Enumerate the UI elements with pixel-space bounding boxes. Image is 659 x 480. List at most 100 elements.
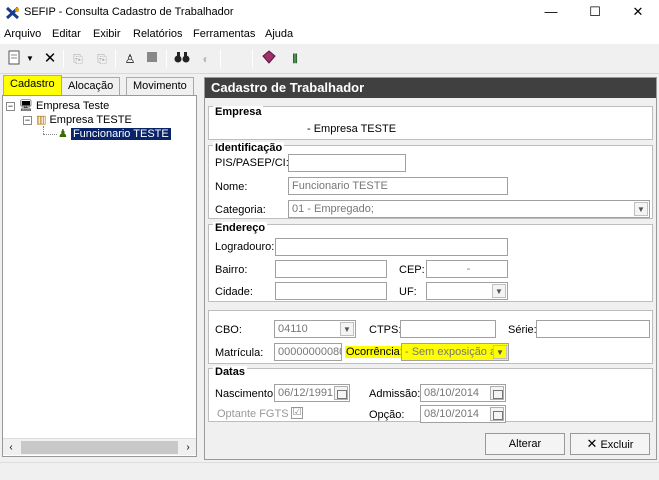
bairro-label: Bairro:	[215, 264, 248, 276]
nascimento-input[interactable]: 06/12/1991	[274, 384, 350, 402]
maximize-button[interactable]: ☐	[585, 4, 605, 20]
ocorrencia-select[interactable]: - Sem exposição a ▼	[401, 343, 509, 361]
tab-movimento[interactable]: Movimento	[126, 77, 194, 95]
scroll-thumb[interactable]	[21, 441, 178, 454]
bairro-input[interactable]	[275, 260, 387, 278]
excluir-button[interactable]: ✕ Excluir	[570, 433, 650, 455]
title-bar: SEFIP - Consulta Cadastro de Trabalhador…	[0, 0, 659, 26]
nome-label: Nome:	[215, 181, 248, 193]
uf-select[interactable]: ▼	[426, 282, 508, 300]
minimize-button[interactable]: —	[541, 4, 561, 20]
matricula-label: Matrícula:	[215, 347, 264, 359]
toolbar: ▼ ✕ ⎘ ⎘ ♙ ◐ ⫴	[0, 44, 659, 74]
menu-arquivo[interactable]: Arquivo	[4, 28, 41, 40]
endereco-group: Endereço Logradouro: Bairro: CEP: - Cida…	[208, 222, 653, 302]
menu-relatorios[interactable]: Relatórios	[133, 28, 183, 40]
tree-root[interactable]: 🖥 Empresa Teste	[19, 99, 109, 112]
empresa-group-title: Empresa	[213, 106, 264, 118]
menu-editar[interactable]: Editar	[52, 28, 81, 40]
pis-label: PIS/PASEP/CI:	[215, 157, 289, 169]
tree-company[interactable]: ▥ Empresa TESTE	[36, 113, 132, 126]
dropdown-arrow-icon[interactable]: ▼	[24, 49, 36, 69]
cep-input[interactable]: -	[426, 260, 508, 278]
chevron-down-icon[interactable]: ▼	[634, 202, 648, 216]
delete-x-icon[interactable]: ✕	[40, 49, 60, 69]
tab-cadastro[interactable]: Cadastro	[3, 75, 62, 95]
new-document-icon[interactable]	[4, 49, 24, 69]
opcao-input[interactable]: 08/10/2014	[420, 405, 506, 423]
menu-ferramentas[interactable]: Ferramentas	[193, 28, 255, 40]
serie-input[interactable]	[536, 320, 650, 338]
chevron-down-icon[interactable]: ▼	[492, 284, 506, 298]
empresa-value: - Empresa TESTE	[307, 123, 397, 135]
excluir-label: Excluir	[600, 439, 634, 451]
tree-worker-label: Funcionario TESTE	[70, 128, 171, 140]
binoculars-icon[interactable]	[172, 49, 192, 69]
status-bar	[0, 462, 659, 480]
disabled-icon[interactable]: ◐	[196, 49, 216, 69]
logradouro-input[interactable]	[275, 238, 508, 256]
user-icon[interactable]: ♙	[120, 49, 140, 69]
optante-fgts-label: Optante FGTS	[217, 408, 289, 420]
scroll-left-icon[interactable]: ‹	[3, 440, 19, 455]
admissao-label: Admissão:	[369, 388, 421, 400]
datas-group-title: Datas	[213, 366, 247, 378]
paste-icon[interactable]: ⎘	[92, 49, 112, 69]
matricula-input[interactable]: 00000000080	[274, 343, 342, 361]
pis-input[interactable]	[288, 154, 406, 172]
chevron-down-icon[interactable]: ▼	[493, 345, 507, 359]
optante-fgts-checkbox[interactable]: ☑	[291, 407, 303, 419]
scroll-right-icon[interactable]: ›	[180, 440, 196, 455]
identificacao-group: Identificação PIS/PASEP/CI: Nome: Funcio…	[208, 142, 653, 219]
copy-icon[interactable]: ⎘	[68, 49, 88, 69]
uf-label: UF:	[399, 286, 417, 298]
opcao-label: Opção:	[369, 409, 405, 421]
cep-label: CEP:	[399, 264, 425, 276]
nascimento-value: 06/12/1991	[278, 387, 334, 399]
trabalho-group: CBO: 04110 ▼ CTPS: Série: Matrícula: 000…	[208, 310, 653, 364]
categoria-label: Categoria:	[215, 204, 266, 216]
app-logo-icon	[5, 6, 20, 20]
alterar-button[interactable]: Alterar	[485, 433, 565, 455]
ocorrencia-label: Ocorrência:	[345, 346, 404, 358]
categoria-value: 01 - Empregado;	[292, 203, 374, 215]
panel-title: Cadastro de Trabalhador	[205, 78, 656, 98]
computer-icon: 🖥	[19, 100, 33, 112]
nome-input[interactable]: Funcionario TESTE	[288, 177, 508, 195]
chevron-down-icon[interactable]: ▼	[340, 322, 354, 336]
menu-ajuda[interactable]: Ajuda	[265, 28, 293, 40]
cbo-select[interactable]: 04110 ▼	[274, 320, 356, 338]
logradouro-label: Logradouro:	[215, 241, 275, 253]
admissao-input[interactable]: 08/10/2014	[420, 384, 506, 402]
menu-bar: Arquivo Editar Exibir Relatórios Ferrame…	[0, 26, 659, 44]
tree-view[interactable]: − 🖥 Empresa Teste − ▥ Empresa TESTE ♟ Fu…	[2, 95, 197, 457]
cbo-label: CBO:	[215, 324, 242, 336]
tree-root-label: Empresa Teste	[36, 100, 110, 112]
calendar-icon[interactable]	[334, 386, 348, 400]
opcao-value: 08/10/2014	[424, 408, 480, 420]
calendar-icon[interactable]	[490, 386, 504, 400]
tree-company-label: Empresa TESTE	[49, 114, 132, 126]
close-button[interactable]: ✕	[628, 4, 648, 20]
nascimento-label: Nascimento:	[215, 388, 277, 400]
categoria-select[interactable]: 01 - Empregado; ▼	[288, 200, 650, 218]
collapse-icon[interactable]: −	[6, 102, 15, 111]
ctps-input[interactable]	[400, 320, 496, 338]
building-icon: ▥	[36, 114, 47, 126]
gem-icon[interactable]	[259, 49, 279, 69]
endereco-group-title: Endereço	[213, 222, 268, 234]
menu-exibir[interactable]: Exibir	[93, 28, 121, 40]
columns-icon[interactable]: ⫴	[285, 49, 305, 69]
cidade-input[interactable]	[275, 282, 387, 300]
stop-icon[interactable]	[142, 49, 162, 69]
tree-worker[interactable]: ♟ Funcionario TESTE	[58, 127, 171, 140]
ctps-label: CTPS:	[369, 324, 402, 336]
admissao-value: 08/10/2014	[424, 387, 480, 399]
cbo-value: 04110	[278, 323, 308, 335]
serie-label: Série:	[508, 324, 537, 336]
close-icon: ✕	[586, 436, 598, 451]
horizontal-scrollbar[interactable]: ‹ ›	[3, 438, 196, 455]
tab-alocacao[interactable]: Alocação	[61, 77, 121, 95]
calendar-icon[interactable]	[490, 407, 504, 421]
collapse-icon[interactable]: −	[23, 116, 32, 125]
